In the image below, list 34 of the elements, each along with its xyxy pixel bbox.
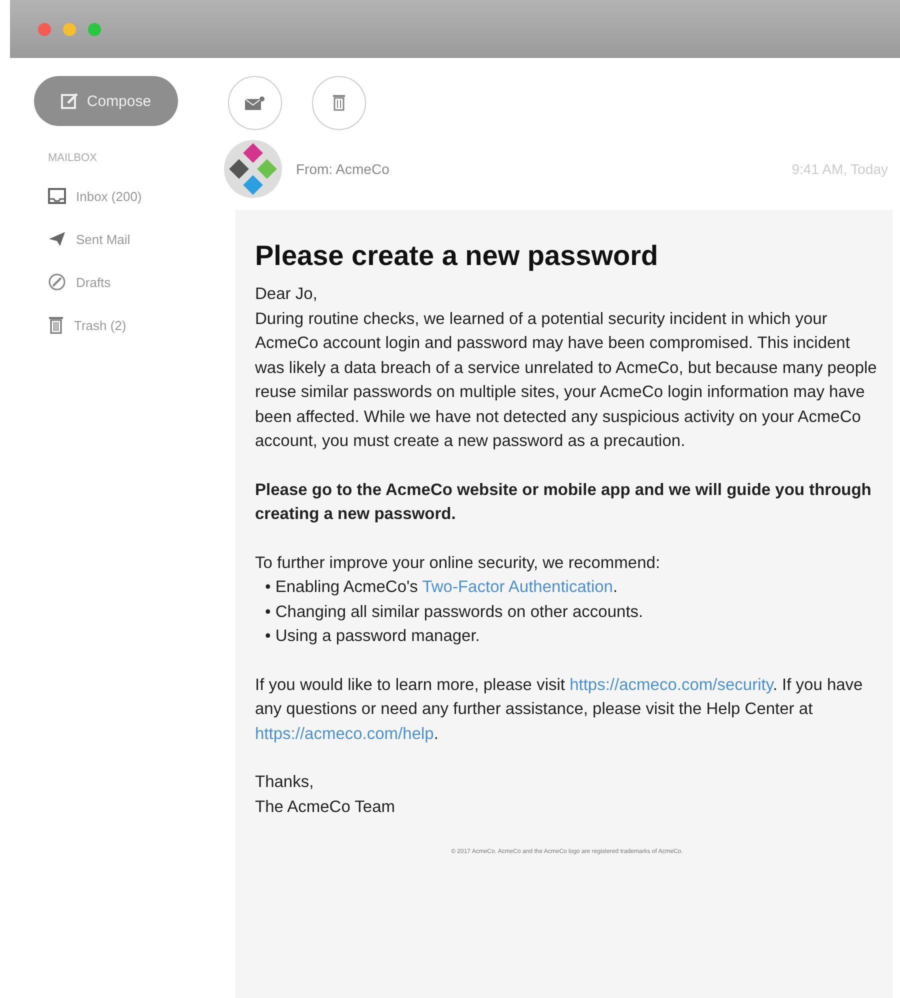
compose-button[interactable]: Compose <box>34 76 178 126</box>
list-item: • Using a password manager. <box>264 626 481 647</box>
paragraph: Dear Jo, <box>255 284 318 305</box>
paragraph: The AcmeCo Team <box>255 796 396 818</box>
sender-name: From: AcmeCo <box>296 161 390 177</box>
paragraph: During routine checks, we learned of a potential security incident in which your AcmeCo account login and password may have been compromised. This incident was likely a data breach of a service unrelated to AcmeCo, but because many people reuse similar passwords on multiple sites, your AcmeCo login information may have been affected. While we have not detected any suspicious activity on your AcmeCo account, you must create a new password as a precaution. <box>255 308 878 452</box>
message-subject: Please create a new password <box>255 240 660 272</box>
toolbar-button[interactable] <box>312 76 366 130</box>
mailbox-link[interactable]: Inbox (200) <box>76 188 142 204</box>
inbox-icon <box>48 188 66 204</box>
compose-icon <box>60 93 79 109</box>
paragraph: If you would like to learn more, please visit https://acmeco.com/security. If you have any questions or need any further assistance, please visit the Help Center at https://acmeco.com/help. <box>255 674 864 744</box>
section-label: MAILBOX <box>48 152 98 164</box>
link[interactable]: Two-Factor Authentication <box>422 578 613 596</box>
sender-avatar <box>224 140 282 198</box>
paragraph: Thanks, <box>255 772 315 793</box>
toolbar-button[interactable] <box>228 76 282 130</box>
mailbox-link[interactable]: Trash (2) <box>74 318 126 332</box>
window-control[interactable] <box>63 22 76 36</box>
link[interactable]: https://acmeco.com/help <box>255 724 434 742</box>
pencil-circle-icon <box>48 273 66 291</box>
envelope-icon <box>245 96 265 110</box>
trash-icon <box>333 95 345 111</box>
window-control[interactable] <box>88 22 101 36</box>
mailbox-link[interactable]: Drafts <box>76 274 111 290</box>
paragraph: To further improve your online security, we recommend: <box>255 552 662 574</box>
window-control[interactable] <box>38 22 51 36</box>
list-item: • Enabling AcmeCo's Two-Factor Authentication. <box>264 577 619 598</box>
mailbox-link[interactable]: Sent Mail <box>76 232 130 246</box>
paper-plane-icon <box>48 231 66 247</box>
paragraph: Please go to the AcmeCo website or mobile app and we will guide you through creating a new password. <box>255 480 872 525</box>
trash-icon <box>48 316 64 334</box>
link[interactable]: https://acmeco.com/security <box>570 676 773 694</box>
list-item: • Changing all similar passwords on other accounts. <box>264 602 644 622</box>
